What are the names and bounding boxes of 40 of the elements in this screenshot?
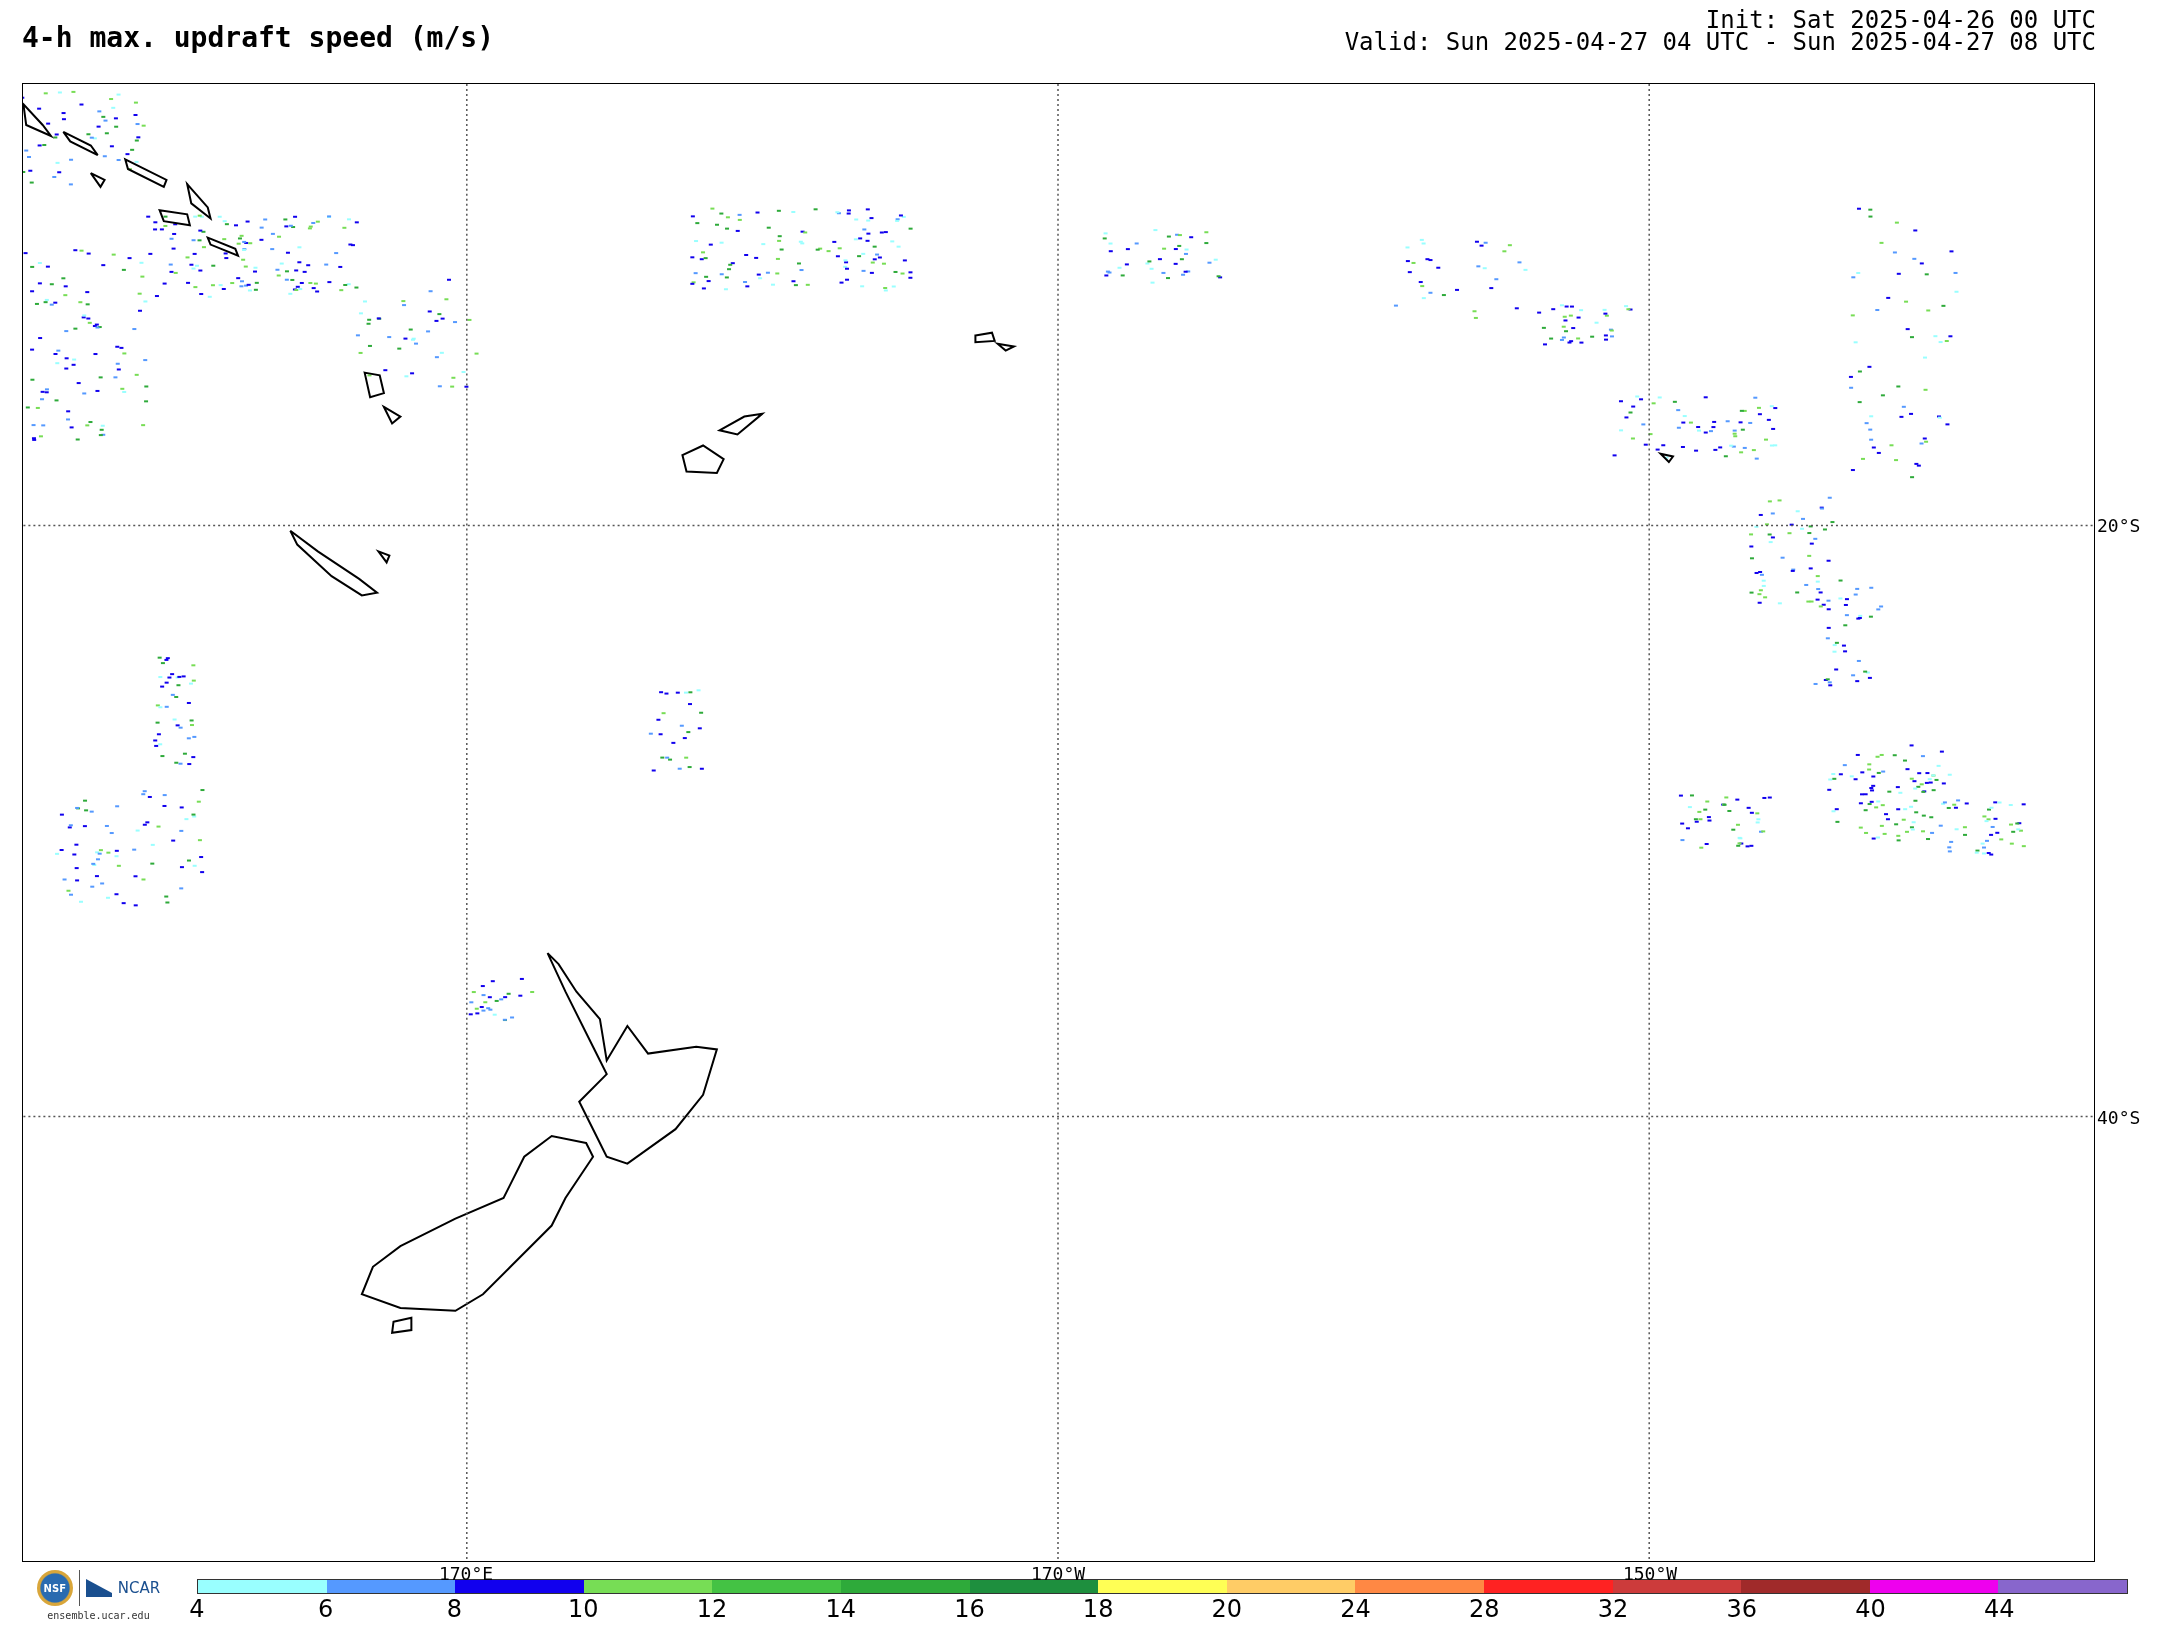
coastline [205,235,240,258]
colorbar-tick-label: 14 [825,1596,856,1622]
coastline [363,371,386,399]
latitude-label: 20°S [2097,514,2141,536]
website-url: ensemble.ucar.edu [47,1610,150,1621]
colorbar-tick-label: 6 [318,1596,334,1622]
coastline [974,331,997,344]
ncar-logo: NCAR [117,1579,161,1597]
coastline [62,130,99,157]
colorbar-tick-label: 44 [1984,1596,2015,1622]
coastline [1657,451,1675,464]
colorbar-tick-label: 8 [446,1596,463,1622]
coastline [390,1316,413,1334]
colorbar-tick-label: 24 [1340,1596,1371,1622]
coastline [123,157,168,189]
coastline [381,404,403,425]
ncar-logo-icon [85,1579,112,1597]
init-time: Init: Sat 2025-04-26 00 UTC [1705,9,2096,31]
valid-time: Valid: Sun 2025-04-27 04 UTC - Sun 2025-04-27 08 UTC [1344,31,2096,53]
colorbar-tick-label: 12 [696,1596,728,1622]
longitude-label: 170°W [1030,1564,1086,1584]
coastline [89,172,106,189]
colorbar-tick-label: 28 [1469,1596,1500,1622]
coastline [681,444,725,474]
colorbar-tick-label: 18 [1082,1596,1114,1622]
colorbar-tick-label: 16 [954,1596,985,1622]
colorbar-tick-label: 32 [1597,1596,1629,1622]
updraft-cluster [468,977,535,1022]
colorbar-tick-label: 10 [567,1596,599,1622]
chart-title: 4-h max. updraft speed (m/s) [22,23,494,53]
longitude-label: 150°W [1622,1564,1678,1584]
nsf-logo: NSF [36,1570,73,1606]
colorbar-tick-label: 40 [1855,1596,1886,1622]
longitude-label: 170°E [438,1564,494,1584]
latitude-label: 40°S [2097,1106,2141,1128]
colorbar-tick-label: 36 [1726,1596,1758,1622]
coastline [716,412,766,436]
colorbar-tick-label: 4 [189,1596,205,1622]
coastline [994,342,1018,352]
colorbar-tick-label: 20 [1211,1596,1243,1622]
